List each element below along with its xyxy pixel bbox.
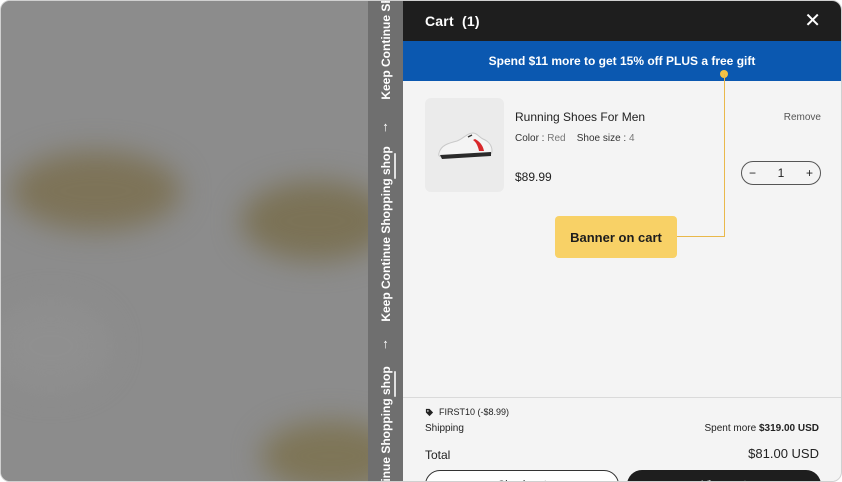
cart-count: (1): [462, 13, 480, 29]
checkout-button[interactable]: Check out: [425, 470, 619, 481]
annotation-line: [724, 74, 725, 237]
annotation-line: [677, 236, 725, 237]
minus-icon[interactable]: −: [749, 166, 756, 180]
total-label: Total: [425, 448, 451, 462]
shipping-label: Shipping: [425, 423, 464, 434]
blurred-product-image: [11, 151, 181, 231]
blurred-product-image: [261, 421, 368, 481]
arrow-up-icon: ↑: [382, 119, 389, 134]
annotation-callout: Banner on cart: [555, 216, 677, 258]
total-value: $81.00 USD: [748, 446, 819, 461]
view-cart-button[interactable]: View cart: [627, 470, 821, 481]
color-value: Red: [547, 133, 566, 144]
shipping-value: Spent more $319.00 USD: [704, 423, 819, 434]
size-value: 4: [628, 133, 635, 144]
cart-summary: FIRST10 (-$8.99) Shipping Spent more $31…: [403, 397, 841, 481]
color-label: Color :: [515, 133, 545, 144]
blurred-shape: [1, 301, 111, 391]
arrow-up-icon: ↑: [382, 336, 389, 351]
scroll-indicator: [394, 371, 396, 397]
product-price: $89.99: [515, 170, 552, 184]
cart-header: Cart (1) ✕: [403, 1, 841, 41]
size-label: Shoe size :: [576, 133, 627, 144]
coupon-row: FIRST10 (-$8.99): [425, 407, 509, 417]
shoe-icon: [437, 132, 493, 159]
blurred-product-image: [241, 181, 368, 261]
product-name[interactable]: Running Shoes For Men: [515, 110, 645, 124]
shipping-amount: $319.00 USD: [758, 423, 819, 434]
cart-title: Cart (1): [425, 13, 480, 29]
close-icon[interactable]: ✕: [804, 11, 821, 31]
remove-button[interactable]: Remove: [784, 112, 821, 123]
continue-shopping-strip[interactable]: Keep Continue Sh ↑ Keep Continue Shoppin…: [368, 1, 403, 481]
product-image[interactable]: [425, 98, 504, 192]
page-backdrop-blurred: [1, 1, 368, 481]
continue-shopping-text: Keep Continue Sh: [378, 1, 393, 100]
screenshot-frame: Keep Continue Sh ↑ Keep Continue Shoppin…: [0, 0, 842, 482]
product-variant: Color : Red Shoe size : 4: [515, 133, 635, 144]
continue-shopping-text: tinue Shopping shop: [378, 366, 393, 481]
shipping-prefix: Spent more: [704, 423, 757, 434]
continue-shopping-text: Keep Continue Shopping shop: [378, 146, 393, 322]
tag-icon: [425, 408, 434, 416]
plus-icon[interactable]: +: [806, 166, 813, 180]
quantity-value[interactable]: 1: [778, 166, 785, 180]
cart-item: Running Shoes For Men Color : Red Shoe s…: [425, 98, 821, 198]
scroll-indicator: [394, 153, 396, 179]
quantity-stepper: − 1 +: [741, 161, 821, 185]
cart-title-label: Cart: [425, 13, 454, 29]
coupon-code: FIRST10 (-$8.99): [439, 407, 510, 417]
promo-banner: Spend $11 more to get 15% off PLUS a fre…: [403, 41, 841, 81]
